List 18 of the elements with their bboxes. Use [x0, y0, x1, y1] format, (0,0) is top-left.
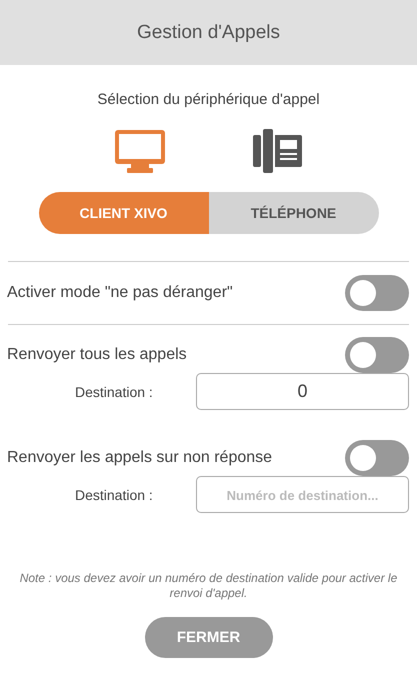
section-label: Sélection du périphérique d'appel: [96, 91, 321, 108]
option-label: Activer mode "ne pas déranger": [7, 284, 233, 302]
option-label: Renvoyer les appels sur non réponse: [7, 449, 272, 467]
destination-field[interactable]: 0: [196, 373, 409, 410]
toggle-switch[interactable]: [345, 440, 409, 476]
device-tab[interactable]: TÉLÉPHONE: [208, 192, 378, 234]
close-button[interactable]: FERMER: [144, 617, 272, 658]
option-label: Renvoyer tous les appels: [7, 346, 187, 364]
desk-phone-icon: [253, 129, 302, 173]
window-title: Gestion d'Appels: [136, 22, 280, 44]
field-label: Destination :: [75, 384, 154, 400]
device-tab[interactable]: CLIENT XIVO: [38, 192, 208, 234]
monitor-icon: [115, 130, 165, 172]
destination-field[interactable]: Numéro de destination...: [196, 476, 409, 513]
field-label: Destination :: [75, 486, 154, 502]
toggle-switch[interactable]: [345, 275, 409, 311]
note-text: Note : vous devez avoir un numéro de destination valide pour activer le renvoi d'appel.: [18, 571, 398, 601]
toggle-switch[interactable]: [345, 337, 409, 373]
